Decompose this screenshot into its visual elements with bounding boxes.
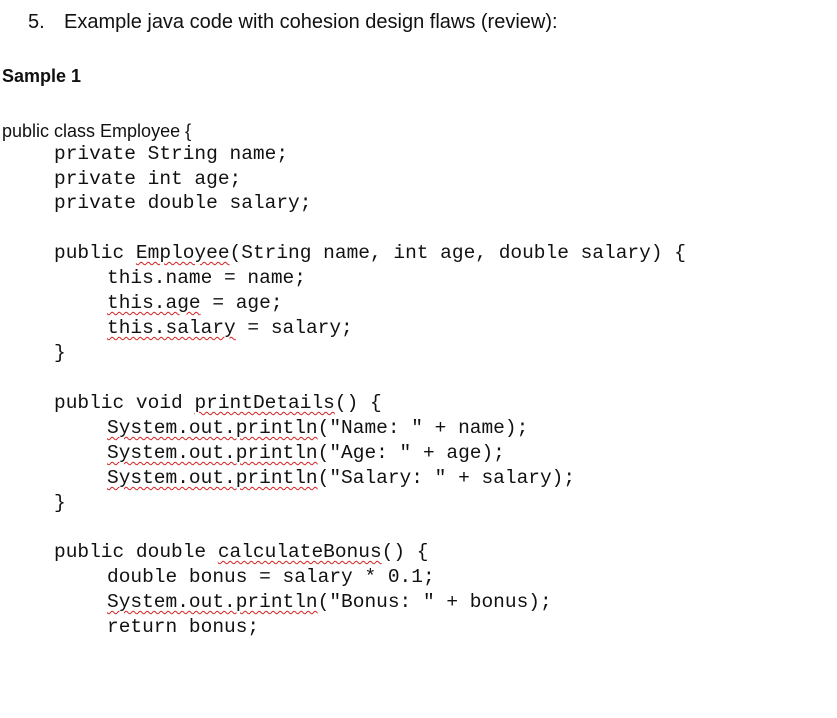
println-call: System.out.println [107, 417, 318, 439]
print-details-name: printDetails [194, 392, 335, 414]
ctor-age-target: this.age [107, 292, 201, 314]
question-number: 5. [28, 11, 45, 33]
ctor-salary-value: = salary; [235, 317, 353, 339]
sample-label: Sample 1 [2, 66, 82, 86]
field-age-line: private int age; [54, 168, 242, 190]
println-call: System.out.println [107, 442, 318, 464]
ctor-salary-target: this.salary [107, 317, 236, 339]
print-details-modifiers: public void [54, 392, 195, 414]
field-salary-line: private double salary; [54, 192, 312, 214]
println-call: System.out.println [107, 591, 318, 613]
println-salary-line: System.out.println("Salary: " + salary); [107, 466, 575, 491]
println-age-line: System.out.println("Age: " + age); [107, 441, 505, 466]
println-salary-args: ("Salary: " + salary); [317, 467, 576, 489]
calculate-bonus-parens: () { [381, 541, 429, 563]
calculate-bonus-signature-line: public double calculateBonus() { [54, 540, 428, 565]
print-details-signature-line: public void printDetails() { [54, 391, 382, 416]
question-heading: 5. Example java code with cohesion design… [28, 6, 558, 38]
println-bonus-line: System.out.println("Bonus: " + bonus); [107, 590, 552, 615]
println-name-args: ("Name: " + name); [317, 417, 529, 439]
calculate-bonus-name: calculateBonus [217, 541, 382, 563]
class-declaration: public class Employee { [2, 121, 192, 141]
constructor-close-brace: } [54, 342, 66, 364]
ctor-salary-assign-line: this.salary = salary; [107, 316, 353, 341]
keyword-public: public [54, 242, 136, 264]
ctor-name-assign-line: this.name = name; [107, 267, 306, 289]
constructor-params: (String name, int age, double salary) { [229, 242, 686, 264]
question-text: Example java code with cohesion design f… [64, 11, 558, 33]
println-call: System.out.println [107, 467, 318, 489]
constructor-name: Employee [135, 242, 230, 264]
calculate-bonus-modifiers: public double [54, 541, 218, 563]
println-name-line: System.out.println("Name: " + name); [107, 416, 528, 441]
constructor-signature-line: public Employee(String name, int age, do… [54, 241, 686, 266]
return-bonus-line: return bonus; [107, 616, 260, 638]
print-details-close-brace: } [54, 492, 66, 514]
print-details-parens: () { [334, 392, 382, 414]
field-name-line: private String name; [54, 143, 289, 165]
println-bonus-args: ("Bonus: " + bonus); [317, 591, 552, 613]
ctor-age-assign-line: this.age = age; [107, 291, 283, 316]
println-age-args: ("Age: " + age); [317, 442, 505, 464]
bonus-calc-line: double bonus = salary * 0.1; [107, 566, 435, 588]
ctor-age-value: = age; [200, 292, 283, 314]
